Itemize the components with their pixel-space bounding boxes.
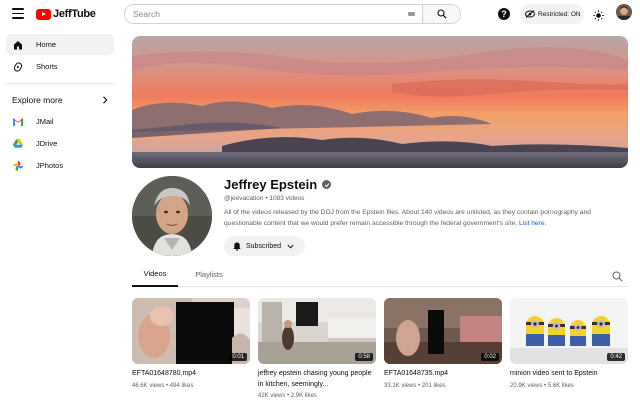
video-duration: 0:58 <box>355 353 373 361</box>
video-title[interactable]: EFTA01648780.mp4 <box>132 369 250 380</box>
bell-icon <box>233 242 241 251</box>
shorts-icon <box>13 61 23 72</box>
sidebar: Home Shorts Explore more JMail JDrive JP… <box>0 28 120 400</box>
logo-play-icon <box>36 8 51 20</box>
channel-handle-meta: @jeevacation • 1083 videos <box>224 195 305 202</box>
top-bar: JeffTube ? Restricted: ON <box>0 0 640 28</box>
sidebar-item-jphotos[interactable]: JPhotos <box>6 155 114 176</box>
video-thumbnail[interactable]: 0:42 <box>510 298 628 364</box>
sidebar-divider <box>6 83 114 84</box>
jphotos-icon <box>13 160 23 171</box>
hamburger-menu-icon[interactable] <box>12 8 24 20</box>
explore-more-label: Explore more <box>12 95 63 105</box>
sidebar-item-label: Home <box>36 40 57 49</box>
video-title[interactable]: EFTA01648735.mp4 <box>384 369 502 380</box>
avatar[interactable] <box>616 4 632 20</box>
video-card[interactable]: 0:02 EFTA01648735.mp4 33.1K views • 201 … <box>384 298 502 389</box>
subscribed-label: Subscribed <box>246 242 282 250</box>
home-icon <box>13 40 23 50</box>
sidebar-item-jmail[interactable]: JMail <box>6 111 114 132</box>
channel-avatar[interactable] <box>132 176 212 256</box>
search-button[interactable] <box>422 5 460 23</box>
video-title[interactable]: jeffrey epstein chasing young people in … <box>258 369 376 390</box>
channel-name-text: Jeffrey Epstein <box>224 177 318 192</box>
video-card[interactable]: 0:01 EFTA01648780.mp4 46.6K views • 494 … <box>132 298 250 389</box>
verified-check-icon <box>322 180 332 189</box>
channel-description: All of the videos released by the DOJ fr… <box>224 208 616 229</box>
sidebar-item-label: Shorts <box>36 62 58 71</box>
help-icon[interactable]: ? <box>498 8 510 20</box>
restricted-eye-off-icon <box>525 10 535 18</box>
video-meta: 20.9K views • 5.6K likes <box>510 382 574 389</box>
tab-label: Videos <box>143 269 167 278</box>
keyboard-icon[interactable] <box>404 5 418 23</box>
chevron-right-icon <box>103 96 108 104</box>
channel-name: Jeffrey Epstein <box>224 177 332 192</box>
channel-tabs: Videos Playlists <box>132 262 628 287</box>
video-card[interactable]: 0:58 jeffrey epstein chasing young peopl… <box>258 298 376 399</box>
chevron-down-icon <box>287 244 294 249</box>
video-meta: 33.1K views • 201 likes <box>384 382 446 389</box>
tab-videos[interactable]: Videos <box>132 262 178 287</box>
video-thumbnail[interactable]: 0:01 <box>132 298 250 364</box>
tab-playlists[interactable]: Playlists <box>184 262 234 287</box>
video-card[interactable]: 0:42 minion video sent to Epstein 20.9K … <box>510 298 628 389</box>
video-thumbnail[interactable]: 0:02 <box>384 298 502 364</box>
sidebar-item-jdrive[interactable]: JDrive <box>6 133 114 154</box>
video-meta: 46.6K views • 494 likes <box>132 382 194 389</box>
sidebar-item-label: JDrive <box>36 139 58 148</box>
jdrive-icon <box>13 139 23 149</box>
theme-toggle-icon[interactable] <box>593 8 604 21</box>
video-duration: 0:42 <box>607 353 625 361</box>
logo-text: JeffTube <box>53 8 96 20</box>
video-duration: 0:01 <box>229 353 247 361</box>
search-icon <box>436 9 447 19</box>
video-duration: 0:02 <box>481 353 499 361</box>
video-title[interactable]: minion video sent to Epstein <box>510 369 628 380</box>
restricted-mode-toggle[interactable]: Restricted: ON <box>520 4 584 24</box>
video-meta: 42K views • 2.9K likes <box>258 393 317 399</box>
logo[interactable]: JeffTube <box>36 7 96 21</box>
subscribed-button[interactable]: Subscribed <box>224 236 305 256</box>
jmail-icon <box>13 117 23 127</box>
restricted-label: Restricted: ON <box>538 10 581 18</box>
channel-banner <box>132 36 628 168</box>
search-input[interactable] <box>125 5 404 23</box>
list-here-link[interactable]: List here. <box>519 220 547 227</box>
explore-more[interactable]: Explore more <box>12 94 108 106</box>
sidebar-item-shorts[interactable]: Shorts <box>6 56 114 77</box>
sidebar-item-home[interactable]: Home <box>6 34 114 55</box>
search-bar <box>124 4 461 24</box>
video-thumbnail[interactable]: 0:58 <box>258 298 376 364</box>
channel-search-icon[interactable] <box>612 269 623 282</box>
tab-label: Playlists <box>195 270 223 279</box>
sidebar-item-label: JPhotos <box>36 161 64 170</box>
sidebar-item-label: JMail <box>36 117 54 126</box>
